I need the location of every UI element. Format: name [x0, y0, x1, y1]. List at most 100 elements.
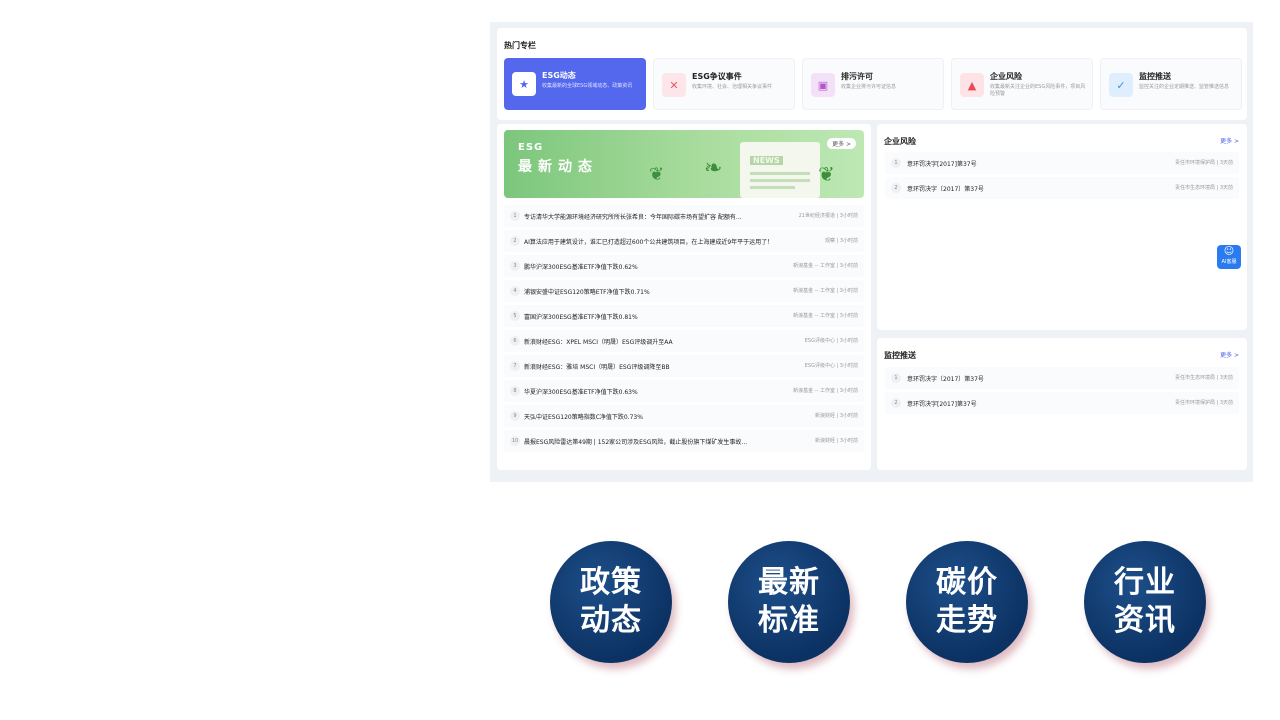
card-discharge-permit[interactable]: ▣ 排污许可 收集企业排污许可证信息: [802, 58, 944, 110]
panel-title: 企业风险: [884, 137, 916, 146]
banner-title: 最新动态: [518, 159, 598, 175]
row-number: 4: [510, 286, 520, 296]
monitor-more-link[interactable]: 更多 >: [1220, 350, 1239, 359]
card-desc: 收集企业排污许可证信息: [841, 84, 897, 90]
ai-assistant-button[interactable]: ☺ AI客服: [1217, 245, 1241, 269]
row-meta: ESG评级中心 | 3小时前: [804, 363, 858, 369]
risk-more-link[interactable]: 更多 >: [1220, 136, 1239, 145]
news-row[interactable]: 1 专访清华大学能源环境经济研究所所长张希良：今年国际碳市场有望扩容 配额有..…: [504, 205, 864, 227]
row-title: 意环罚决字〔2017〕第37号: [907, 186, 984, 193]
row-title: 新浪财经ESG：XPEL MSCI（明晟）ESG评级调升至AA: [524, 339, 673, 346]
row-meta: ESG评级中心 | 3小时前: [804, 338, 858, 344]
star-icon: ★: [512, 72, 536, 96]
row-number: 1: [891, 373, 901, 383]
news-row[interactable]: 9 天弘中证ESG120策略指数C净值下跌0.73% 新浪财经 | 3小时前: [504, 405, 864, 427]
row-meta: 新浪财经 | 3小时前: [814, 413, 858, 419]
news-row[interactable]: 3 鹏华沪深300ESG基准ETF净值下跌0.62% 新浪基金 -- 工作室 |…: [504, 255, 864, 277]
circle-text: 标准: [758, 603, 820, 638]
card-title: 排污许可: [841, 72, 873, 81]
newspaper-label: NEWS: [750, 156, 783, 165]
banner-tag: ESG: [518, 142, 544, 153]
cross-icon: ✕: [662, 73, 686, 97]
card-title: 监控推送: [1139, 72, 1171, 81]
card-esg-news[interactable]: ★ ESG动态 收集最新的全球ESG领域动态、政策资讯: [504, 58, 646, 110]
card-title: ESG争议事件: [692, 72, 742, 81]
news-more-button[interactable]: 更多 >: [827, 138, 856, 149]
row-number: 10: [510, 436, 520, 446]
check-icon: ✓: [1109, 73, 1133, 97]
row-number: 3: [510, 261, 520, 271]
row-meta: 新浪基金 -- 工作室 | 3小时前: [793, 388, 858, 394]
row-number: 8: [510, 386, 520, 396]
circle-text: 走势: [936, 603, 998, 638]
list-item[interactable]: 1 意环罚决字〔2017〕第37号 责任市生态环境局 | 3天前: [885, 367, 1239, 389]
row-title: 富国沪深300ESG基准ETF净值下跌0.81%: [524, 314, 638, 321]
card-title: ESG动态: [542, 71, 576, 80]
newspaper-line: [750, 186, 795, 189]
news-row[interactable]: 5 富国沪深300ESG基准ETF净值下跌0.81% 新浪基金 -- 工作室 |…: [504, 305, 864, 327]
warning-icon: ▲: [960, 73, 984, 97]
circle-policy-news[interactable]: 政策 动态: [550, 541, 672, 663]
row-number: 9: [510, 411, 520, 421]
card-desc: 收集最新的全球ESG领域动态、政策资讯: [542, 83, 633, 89]
monitor-push-panel: 监控推送 更多 > 1 意环罚决字〔2017〕第37号 责任市生态环境局 | 3…: [877, 338, 1247, 470]
row-meta: 新浪基金 -- 工作室 | 3小时前: [793, 263, 858, 269]
robot-icon: ☺: [1223, 246, 1235, 257]
row-title: 专访清华大学能源环境经济研究所所长张希良：今年国际碳市场有望扩容 配额有...: [524, 214, 742, 221]
circle-carbon-price[interactable]: 碳价 走势: [906, 541, 1028, 663]
circle-latest-standards[interactable]: 最新 标准: [728, 541, 850, 663]
dashboard-screenshot: 热门专栏 ★ ESG动态 收集最新的全球ESG领域动态、政策资讯 ✕ ESG争议…: [490, 22, 1253, 482]
row-number: 1: [891, 158, 901, 168]
row-meta: 责任市环境保护局 | 3天前: [1174, 160, 1233, 166]
row-meta: 新浪基金 -- 工作室 | 3小时前: [793, 313, 858, 319]
row-number: 2: [510, 236, 520, 246]
list-item[interactable]: 1 意环罚决字[2017]第37号 责任市环境保护局 | 3天前: [885, 152, 1239, 174]
news-row[interactable]: 4 浦银安盛中证ESG120策略ETF净值下跌0.71% 新浪基金 -- 工作室…: [504, 280, 864, 302]
newspaper-illustration: NEWS: [740, 142, 820, 198]
circle-text: 资讯: [1114, 603, 1176, 638]
card-desc: 监控关注的企业定期推送、监管推送信息: [1139, 84, 1230, 90]
row-meta: 新浪财经 | 3小时前: [814, 438, 858, 444]
news-row[interactable]: 10 晨报ESG风险雷达第49期 | 152家公司涉及ESG风险，截止股份旗下煤…: [504, 430, 864, 452]
row-meta: 新浪基金 -- 工作室 | 3小时前: [793, 288, 858, 294]
card-monitor-push[interactable]: ✓ 监控推送 监控关注的企业定期推送、监管推送信息: [1100, 58, 1242, 110]
row-title: AI算法应用于建筑设计，谁汇已打造超过600个公共建筑项目，在上海建成近9年平于…: [524, 239, 774, 246]
news-row[interactable]: 7 新浪财经ESG：雅培 MSCI（明晟）ESG评级调降至BB ESG评级中心 …: [504, 355, 864, 377]
circle-text: 行业: [1114, 565, 1176, 600]
circle-industry-news[interactable]: 行业 资讯: [1084, 541, 1206, 663]
hot-columns-panel: 热门专栏 ★ ESG动态 收集最新的全球ESG领域动态、政策资讯 ✕ ESG争议…: [497, 28, 1247, 120]
card-desc: 收集最新关注企业的ESG风险事件，项目风险预警: [990, 84, 1086, 97]
leaf-icon: ❧: [704, 156, 723, 181]
row-number: 1: [510, 211, 520, 221]
ai-button-label: AI客服: [1221, 259, 1237, 265]
list-item[interactable]: 2 意环罚决字[2017]第37号 责任市环境保护局 | 3天前: [885, 392, 1239, 414]
newspaper-line: [750, 172, 810, 175]
row-number: 2: [891, 183, 901, 193]
row-number: 6: [510, 336, 520, 346]
row-title: 华夏沪深300ESG基准ETF净值下跌0.63%: [524, 389, 638, 396]
row-meta: 21世纪经济报道 | 3小时前: [798, 213, 858, 219]
plant-icon: ❦: [649, 164, 665, 185]
row-meta: 责任市生态环境局 | 3天前: [1174, 185, 1233, 191]
card-esg-controversy[interactable]: ✕ ESG争议事件 收集环境、社会、治理相关争议事件: [653, 58, 795, 110]
card-enterprise-risk[interactable]: ▲ 企业风险 收集最新关注企业的ESG风险事件，项目风险预警: [951, 58, 1093, 110]
row-title: 意环罚决字[2017]第37号: [907, 401, 977, 408]
news-row[interactable]: 6 新浪财经ESG：XPEL MSCI（明晟）ESG评级调升至AA ESG评级中…: [504, 330, 864, 352]
hot-columns-title: 热门专栏: [504, 41, 536, 50]
row-title: 意环罚决字〔2017〕第37号: [907, 376, 984, 383]
row-meta: 责任市环境保护局 | 3天前: [1174, 400, 1233, 406]
row-meta: 责任市生态环境局 | 3天前: [1174, 375, 1233, 381]
row-meta: 观察 | 3小时前: [824, 238, 858, 244]
news-row[interactable]: 8 华夏沪深300ESG基准ETF净值下跌0.63% 新浪基金 -- 工作室 |…: [504, 380, 864, 402]
news-row[interactable]: 2 AI算法应用于建筑设计，谁汇已打造超过600个公共建筑项目，在上海建成近9年…: [504, 230, 864, 252]
latest-news-panel: ESG 最新动态 ❦ ❧ NEWS ❦ 更多 > 1 专访清华大学能源环境经济研…: [497, 124, 871, 470]
row-title: 天弘中证ESG120策略指数C净值下跌0.73%: [524, 414, 643, 421]
row-number: 7: [510, 361, 520, 371]
row-number: 2: [891, 398, 901, 408]
list-item[interactable]: 2 意环罚决字〔2017〕第37号 责任市生态环境局 | 3天前: [885, 177, 1239, 199]
row-title: 鹏华沪深300ESG基准ETF净值下跌0.62%: [524, 264, 638, 271]
row-number: 5: [510, 311, 520, 321]
card-desc: 收集环境、社会、治理相关争议事件: [692, 84, 773, 90]
circle-text: 最新: [758, 565, 820, 600]
row-title: 意环罚决字[2017]第37号: [907, 161, 977, 168]
